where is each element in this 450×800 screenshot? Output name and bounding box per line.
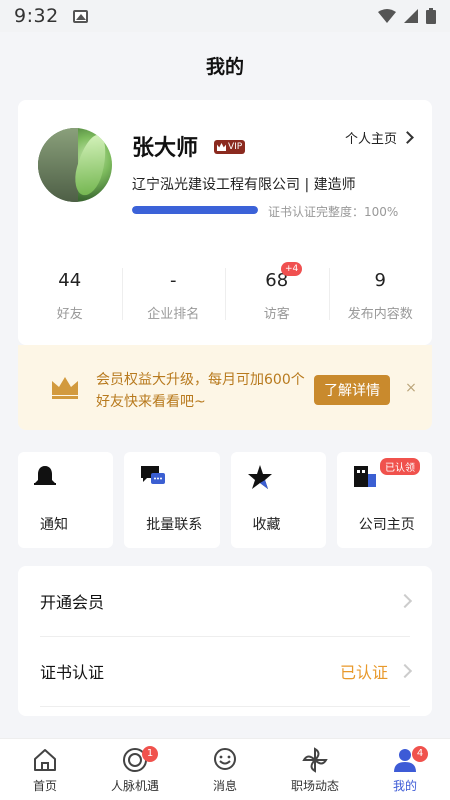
menu-item-label: 开通会员 xyxy=(40,593,105,612)
quick-action-label: 公司主页 xyxy=(358,517,415,533)
tab-workplace-news[interactable]: 职场动态 xyxy=(270,739,360,800)
stat-company-rank[interactable]: - 企业排名 xyxy=(121,262,226,332)
chat-icon xyxy=(140,464,166,492)
cert-progress-text: 证书认证完整度：100% xyxy=(268,205,399,219)
quick-action-label: 通知 xyxy=(40,517,68,533)
tab-badge: 1 xyxy=(142,746,158,762)
divider xyxy=(40,706,410,707)
vip-badge: VIP xyxy=(214,140,246,154)
stat-value: - xyxy=(170,270,177,291)
profile-card: 张大师 VIP 个人主页 辽宁泓光建设工程有限公司 | 建造师 证书认证完整度：… xyxy=(18,100,432,345)
stat-label: 访客 xyxy=(263,307,290,322)
visitor-increase-badge: +4 xyxy=(281,262,303,276)
cert-progress-fill xyxy=(132,206,258,214)
stat-value: 44 xyxy=(58,270,82,291)
menu-item-right xyxy=(397,593,413,609)
tab-label: 首页 xyxy=(32,779,57,793)
personal-homepage-link[interactable]: 个人主页 xyxy=(344,128,414,147)
stat-visitors[interactable]: 68 +4 访客 xyxy=(225,262,329,332)
message-icon xyxy=(214,748,236,770)
home-icon xyxy=(34,749,56,771)
quick-action-label: 批量联系 xyxy=(146,517,203,533)
menu-item-right: 已认证 xyxy=(339,659,413,683)
avatar-screen-shape xyxy=(38,128,78,202)
quick-action-company-page[interactable]: 已认领 公司主页 xyxy=(336,452,432,548)
claimed-tag: 已认领 xyxy=(380,458,420,475)
chevron-right-icon xyxy=(401,131,414,144)
tab-badge: 4 xyxy=(412,746,428,762)
avatar[interactable] xyxy=(38,128,112,202)
signal-icon xyxy=(404,9,418,23)
menu-item-certification[interactable]: 证书认证 已认证 xyxy=(40,636,413,706)
status-bar: 9:32 xyxy=(0,0,450,32)
stat-label: 企业排名 xyxy=(147,307,200,322)
bell-icon xyxy=(34,464,56,492)
membership-promo-banner: 会员权益大升级，每月可加600个好友快来看看吧~ 了解详情 × xyxy=(18,345,432,430)
quick-action-label: 收藏 xyxy=(252,517,281,533)
tab-me[interactable]: 4 我的 xyxy=(360,739,450,800)
tab-messages[interactable]: 消息 xyxy=(180,739,270,800)
stat-friends[interactable]: 44 好友 xyxy=(18,262,122,332)
learn-more-button[interactable]: 了解详情 xyxy=(314,375,390,405)
page-title: 我的 xyxy=(205,55,244,78)
status-time: 9:32 xyxy=(14,5,59,27)
pinwheel-icon xyxy=(302,747,328,773)
cert-progress-bar xyxy=(132,206,258,214)
stat-value: 9 xyxy=(374,270,386,291)
menu-item-label: 证书认证 xyxy=(40,663,105,682)
wifi-icon xyxy=(378,9,396,23)
vip-label: VIP xyxy=(228,142,243,152)
chevron-right-icon xyxy=(397,663,413,679)
stats-row: 44 好友 - 企业排名 68 +4 访客 9 发布内容数 xyxy=(18,262,432,332)
stat-posts[interactable]: 9 发布内容数 xyxy=(328,262,433,332)
stat-value: 68 xyxy=(265,270,289,291)
image-notification-icon xyxy=(72,9,88,23)
tab-label: 职场动态 xyxy=(290,779,339,793)
vip-crown-icon xyxy=(217,143,226,151)
bottom-tab-bar: 首页 1 人脉机遇 消息 职场动态 4 我的 xyxy=(0,738,450,800)
verified-status: 已认证 xyxy=(339,663,388,682)
settings-menu: 开通会员 证书认证 已认证 xyxy=(18,566,432,716)
chevron-right-icon xyxy=(397,593,413,609)
crown-icon xyxy=(50,375,80,403)
tab-connections[interactable]: 1 人脉机遇 xyxy=(90,739,180,800)
personal-homepage-label: 个人主页 xyxy=(344,132,397,147)
stat-label: 好友 xyxy=(56,307,83,322)
tab-label: 消息 xyxy=(212,779,237,793)
battery-icon xyxy=(426,8,436,24)
stat-label: 发布内容数 xyxy=(347,307,413,322)
tab-home[interactable]: 首页 xyxy=(0,739,90,800)
tab-label: 人脉机遇 xyxy=(110,779,159,793)
user-name: 张大师 xyxy=(132,136,199,161)
quick-actions: 通知 批量联系 收藏 已认领 公司主页 xyxy=(18,452,432,548)
tab-label: 我的 xyxy=(392,779,417,793)
quick-action-favorites[interactable]: 收藏 xyxy=(230,452,326,548)
building-icon xyxy=(353,464,377,492)
close-icon[interactable]: × xyxy=(404,381,418,395)
menu-item-membership[interactable]: 开通会员 xyxy=(40,566,413,636)
company-title: 辽宁泓光建设工程有限公司 | 建造师 xyxy=(132,177,356,193)
quick-action-notifications[interactable]: 通知 xyxy=(18,452,114,548)
quick-action-bulk-contact[interactable]: 批量联系 xyxy=(124,452,220,548)
promo-text: 会员权益大升级，每月可加600个好友快来看看吧~ xyxy=(96,372,305,410)
status-icons xyxy=(378,8,436,24)
star-icon xyxy=(247,464,273,494)
